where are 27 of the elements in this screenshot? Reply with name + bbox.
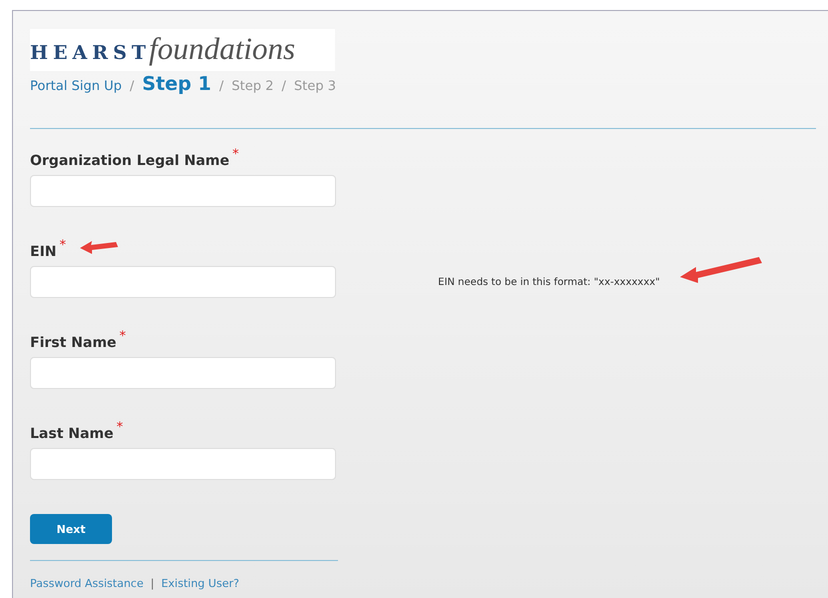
link-separator: | [150, 577, 154, 590]
breadcrumb-separator: / [219, 79, 224, 94]
field-label: Organization Legal Name [30, 153, 230, 169]
logo-script: foundations [148, 31, 296, 67]
input-field[interactable] [30, 448, 336, 480]
input-field[interactable] [30, 266, 336, 298]
format-hint: EIN needs to be in this format: "xx-xxxxxxx" [438, 276, 660, 288]
breadcrumb-separator: / [282, 79, 286, 94]
required-mark: * [119, 329, 126, 344]
required-mark: * [232, 147, 239, 162]
logo-wordmark: HEARST [30, 42, 151, 64]
breadcrumb-step: Step 3 [294, 79, 336, 94]
input-field[interactable] [30, 175, 336, 207]
breadcrumb-step: Step 2 [232, 79, 274, 94]
required-mark: * [116, 420, 124, 435]
breadcrumb-link[interactable]: Portal Sign Up [30, 79, 122, 94]
field-label: EIN [30, 244, 56, 260]
next-button[interactable]: Next [30, 514, 112, 544]
current-step: Step 1 [142, 73, 212, 95]
footer-link[interactable]: Password Assistance [30, 577, 144, 590]
arrow-icon [680, 257, 762, 283]
breadcrumb-separator: / [130, 79, 134, 94]
footer-link[interactable]: Existing User? [161, 577, 240, 590]
input-field[interactable] [30, 357, 336, 389]
required-mark: * [60, 238, 66, 253]
field-label: First Name [30, 335, 116, 351]
field-label: Last Name [30, 426, 114, 442]
